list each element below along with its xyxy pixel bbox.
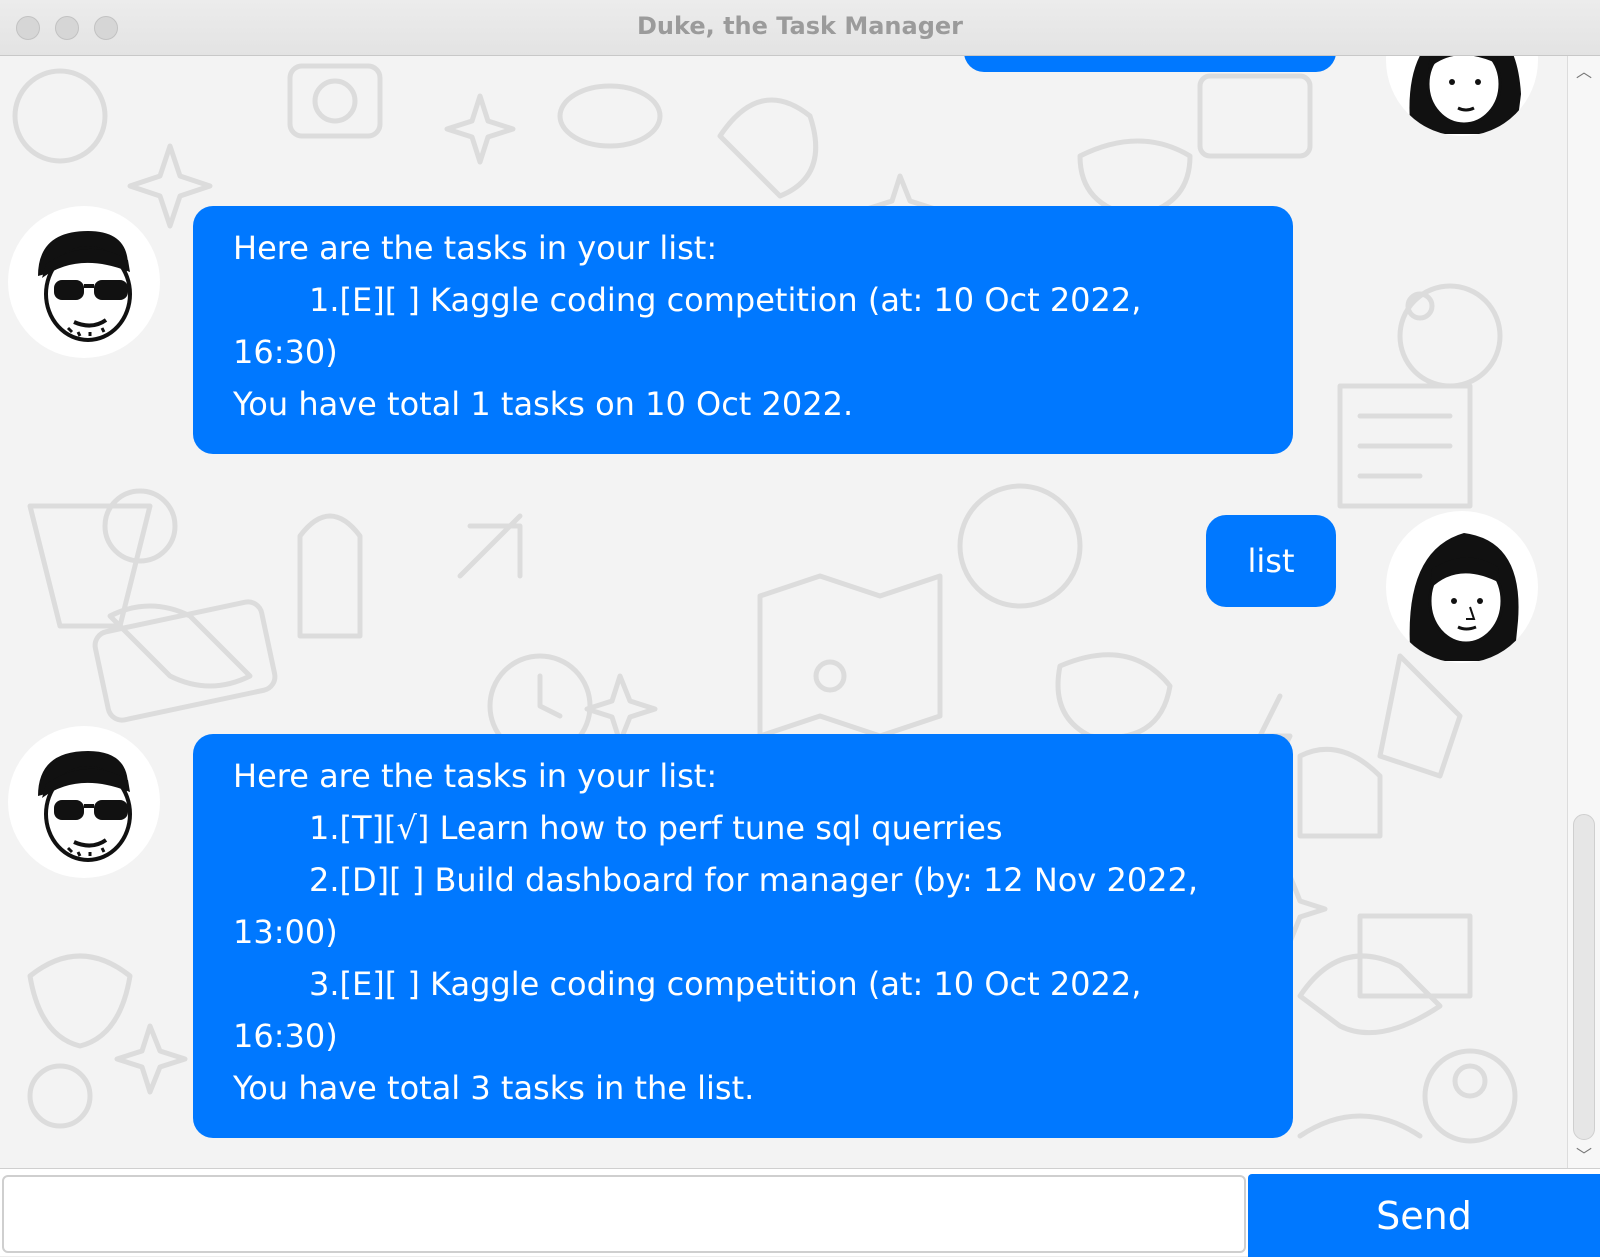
duke-message-bubble: Here are the tasks in your list: 1.[E][ … (193, 206, 1293, 454)
user-message-bubble: list (1206, 515, 1336, 607)
message-input[interactable] (2, 1175, 1246, 1253)
task-line: 1.[T][√] Learn how to perf tune sql quer… (309, 809, 1003, 847)
app-window: Duke, the Task Manager Here are the task… (0, 0, 1600, 1257)
duke-avatar (8, 726, 160, 878)
user-avatar-icon (1409, 533, 1519, 661)
scroll-down-arrow-icon[interactable]: ﹀ (1576, 1142, 1592, 1166)
send-button[interactable]: Send (1248, 1174, 1600, 1257)
message-line: 16:30) (233, 333, 338, 371)
input-bar: Send (0, 1168, 1600, 1257)
task-line: 1.[E][ ] Kaggle coding competition (at: … (309, 281, 1142, 319)
duke-avatar-icon (38, 231, 132, 342)
chat-scroll-area[interactable]: Here are the tasks in your list: 1.[E][ … (0, 56, 1567, 1168)
message-line: You have total 1 tasks on 10 Oct 2022. (233, 385, 854, 423)
message-line: 16:30) (233, 1017, 338, 1055)
message-line: Here are the tasks in your list: (233, 757, 718, 795)
window-title: Duke, the Task Manager (637, 12, 963, 40)
message-line: Here are the tasks in your list: (233, 229, 718, 267)
vertical-scrollbar[interactable]: ︿ ﹀ (1567, 56, 1600, 1168)
task-line: 2.[D][ ] Build dashboard for manager (by… (309, 861, 1199, 899)
message-text: list (1247, 542, 1295, 580)
task-line: 3.[E][ ] Kaggle coding competition (at: … (309, 965, 1142, 1003)
duke-avatar-icon (38, 751, 132, 862)
user-message-bubble (964, 56, 1336, 72)
message-line: 13:00) (233, 913, 338, 951)
duke-message-bubble: Here are the tasks in your list: 1.[T][√… (193, 734, 1293, 1138)
user-avatar (1386, 511, 1538, 663)
title-bar: Duke, the Task Manager (0, 0, 1600, 56)
duke-avatar (8, 206, 160, 358)
scroll-up-arrow-icon[interactable]: ︿ (1576, 58, 1592, 82)
scrollbar-thumb[interactable] (1573, 814, 1595, 1140)
message-line: You have total 3 tasks in the list. (233, 1069, 755, 1107)
